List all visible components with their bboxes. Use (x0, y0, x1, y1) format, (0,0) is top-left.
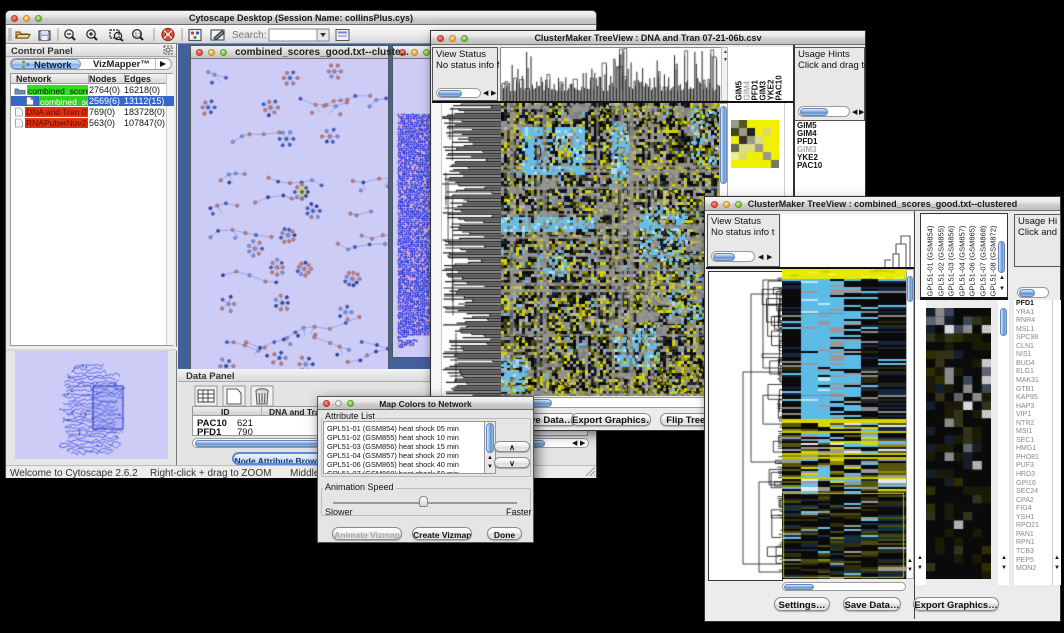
svg-text:1:1: 1:1 (135, 33, 142, 39)
svg-text:Search:: Search: (232, 30, 266, 41)
